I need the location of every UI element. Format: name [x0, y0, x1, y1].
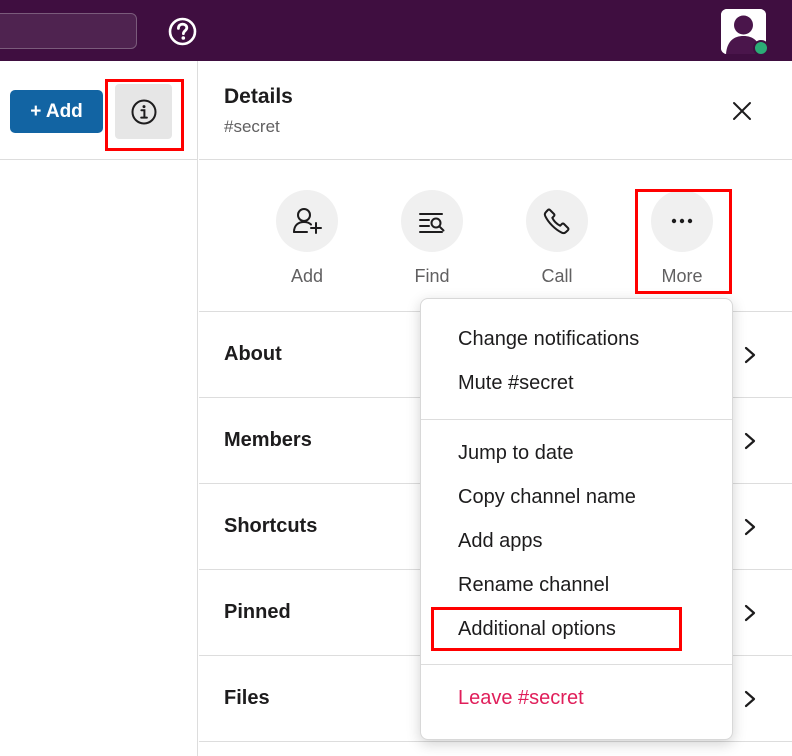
section-label: Members [224, 429, 312, 451]
menu-item-rename-channel[interactable]: Rename channel [458, 574, 609, 597]
menu-divider [421, 419, 732, 420]
channel-name: #secret [224, 117, 280, 136]
menu-item-change-notifications[interactable]: Change notifications [458, 328, 639, 351]
menu-item-leave-channel[interactable]: Leave #secret [458, 687, 584, 710]
add-person-icon [276, 190, 338, 252]
menu-divider [421, 664, 732, 665]
channel-header: + Add [0, 61, 197, 160]
online-status-badge [753, 40, 769, 56]
menu-item-add-apps[interactable]: Add apps [458, 530, 543, 553]
find-action[interactable]: Find [397, 190, 467, 287]
more-action[interactable]: More [647, 190, 717, 287]
channel-pane: + Add [0, 61, 198, 756]
more-menu: Change notifications Mute #secret Jump t… [420, 298, 733, 740]
details-title: Details [224, 85, 293, 108]
action-label: Call [541, 266, 573, 286]
menu-item-mute-channel[interactable]: Mute #secret [458, 372, 574, 395]
search-input[interactable] [0, 13, 137, 49]
info-circle-icon [131, 99, 156, 124]
channel-details-button[interactable] [115, 84, 172, 139]
chevron-right-icon [744, 604, 756, 622]
quick-actions: Add Find Call More [199, 160, 792, 312]
add-people-action[interactable]: Add [272, 190, 342, 287]
chevron-right-icon [744, 432, 756, 450]
top-bar [0, 0, 792, 61]
section-label: About [224, 343, 282, 365]
action-label: Find [414, 266, 450, 286]
menu-item-additional-options[interactable]: Additional options [458, 618, 616, 641]
more-horizontal-icon [651, 190, 713, 252]
section-label: Pinned [224, 601, 291, 623]
menu-item-copy-channel-name[interactable]: Copy channel name [458, 486, 636, 509]
details-header: Details #secret [199, 61, 792, 160]
close-button[interactable] [729, 98, 755, 124]
call-action[interactable]: Call [522, 190, 592, 287]
action-label: More [661, 266, 703, 286]
action-label: Add [290, 266, 324, 286]
chevron-right-icon [744, 518, 756, 536]
section-label: Files [224, 687, 270, 709]
chevron-right-icon [744, 690, 756, 708]
menu-item-jump-to-date[interactable]: Jump to date [458, 442, 574, 465]
section-label: Shortcuts [224, 515, 318, 537]
slack-window: + Add Details #secret Add Find Call More… [0, 0, 792, 756]
add-button[interactable]: + Add [10, 90, 103, 133]
find-in-list-icon [401, 190, 463, 252]
chevron-right-icon [744, 346, 756, 364]
phone-icon [526, 190, 588, 252]
help-circle-icon[interactable] [167, 16, 198, 47]
close-icon [733, 102, 751, 120]
